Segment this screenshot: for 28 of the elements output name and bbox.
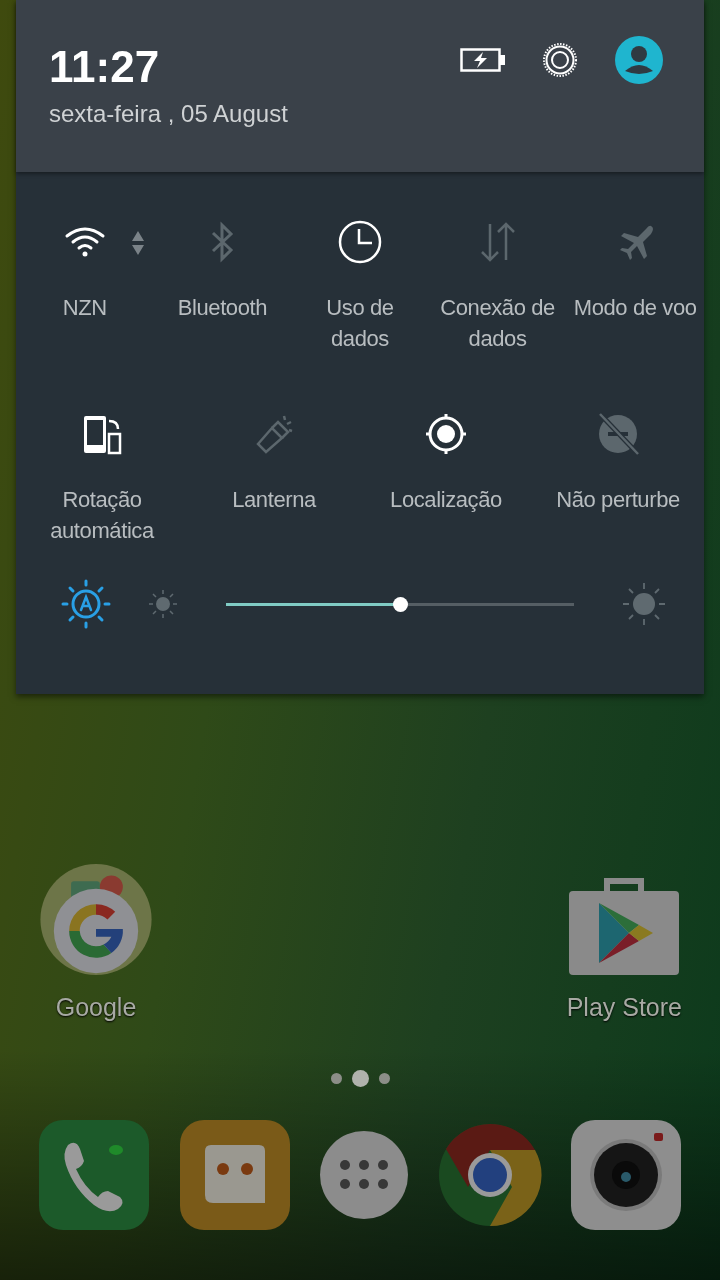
tile-label: Modo de voo (573, 294, 697, 322)
slider-thumb[interactable] (393, 596, 408, 612)
clock-time: 11:27 (49, 42, 161, 92)
battery-charging-icon (460, 48, 506, 72)
tile-label: NZN (62, 294, 107, 322)
clock-icon[interactable] (336, 218, 384, 266)
app-label[interactable]: Play Store (566, 993, 682, 1022)
chat-icon[interactable] (178, 1119, 291, 1231)
phone-icon[interactable] (38, 1119, 150, 1231)
tile-label: Conexão de dados (439, 294, 556, 353)
low-brightness-icon (148, 589, 178, 619)
tile-label: Bluetooth (177, 294, 268, 322)
tile-label: Rotação automática (49, 486, 156, 545)
app-drawer-icon[interactable] (319, 1130, 409, 1220)
high-brightness-icon (622, 582, 666, 626)
user-avatar-icon[interactable] (614, 35, 664, 85)
expand-icon[interactable] (130, 230, 145, 256)
date-text: sexta-feira , 05 August (49, 100, 288, 128)
tile-label: Não perturbe (556, 486, 680, 514)
app-label[interactable]: Google (55, 993, 137, 1022)
shopping-bag-icon[interactable] (567, 877, 682, 977)
browser-icon[interactable] (437, 1123, 542, 1227)
settings-icon[interactable] (540, 40, 580, 80)
auto-brightness-icon[interactable] (60, 578, 112, 630)
tile-label: Lanterna (232, 486, 316, 514)
tile-label: Localização (390, 486, 502, 514)
camera-icon[interactable] (570, 1119, 682, 1231)
tile-label: Uso de dados (325, 294, 395, 353)
